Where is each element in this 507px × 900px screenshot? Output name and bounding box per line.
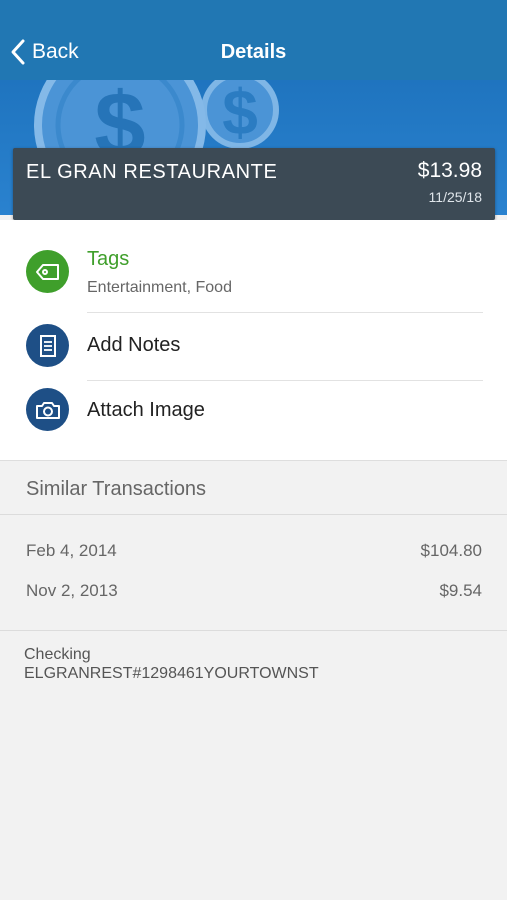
similar-transaction-amount: $9.54	[439, 581, 482, 600]
account-description: ELGRANREST#1298461YOURTOWNST	[24, 665, 319, 682]
merchant-name: EL GRAN RESTAURANTE	[26, 161, 278, 183]
svg-text:$: $	[222, 80, 258, 148]
attach-image-row[interactable]: Attach Image	[0, 381, 507, 447]
transaction-summary-card: EL GRAN RESTAURANTE $13.98 11/25/18	[13, 148, 495, 220]
transaction-date: 11/25/18	[428, 189, 482, 205]
similar-transaction-date: Nov 2, 2013	[26, 581, 118, 600]
tags-value: Entertainment, Food	[87, 279, 232, 296]
page-title: Details	[220, 41, 287, 63]
divider	[0, 514, 507, 515]
similar-transaction-date: Feb 4, 2014	[26, 541, 117, 560]
similar-transactions-title: Similar Transactions	[26, 478, 207, 500]
tags-row[interactable]: Tags Entertainment, Food	[0, 220, 507, 313]
tags-label: Tags	[87, 248, 130, 270]
add-notes-row[interactable]: Add Notes	[0, 313, 507, 380]
similar-transaction-amount: $104.80	[420, 541, 482, 560]
camera-icon	[26, 388, 69, 431]
navigation-bar: Back Details	[0, 0, 507, 80]
add-notes-label: Add Notes	[87, 334, 181, 356]
tag-icon	[26, 250, 69, 293]
transaction-amount: $13.98	[417, 159, 482, 182]
account-type: Checking	[24, 646, 91, 663]
attach-image-label: Attach Image	[87, 399, 205, 421]
notes-icon	[26, 324, 69, 367]
divider	[0, 630, 507, 631]
transaction-actions: Tags Entertainment, Food Add Notes Attac…	[0, 220, 507, 461]
